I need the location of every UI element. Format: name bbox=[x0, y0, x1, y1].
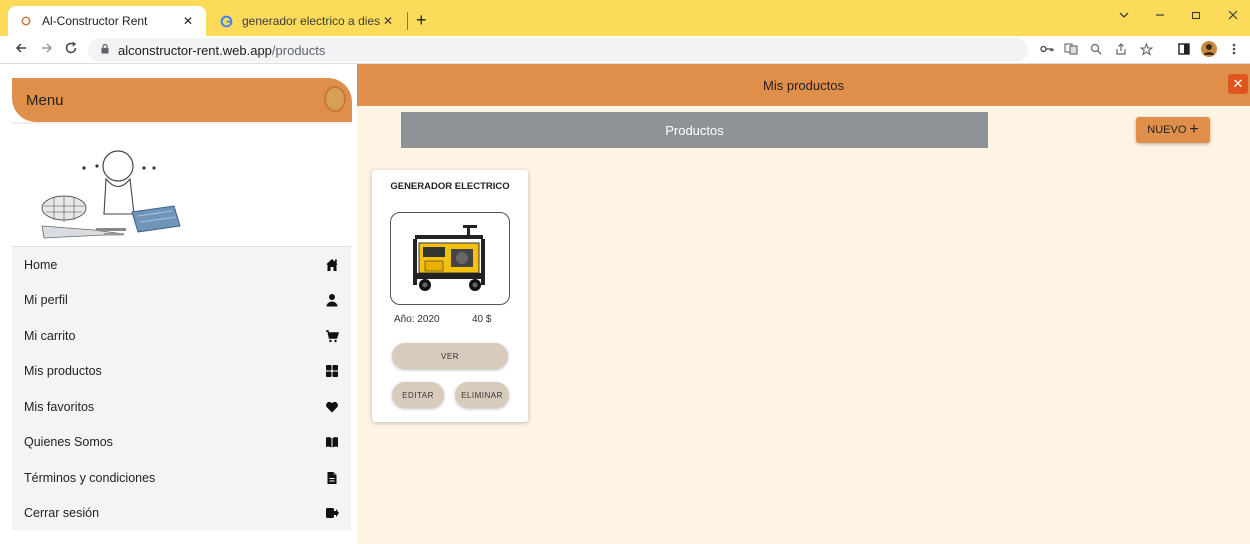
generator-image-icon bbox=[413, 224, 485, 291]
product-card: GENERADOR ELECTRICO Año: 2020 40 $ VER E… bbox=[372, 170, 528, 422]
sidebar-item-my-products[interactable]: Mis productos bbox=[12, 354, 351, 390]
browser-tab-bar: Al-Constructor Rent ✕ generador electric… bbox=[0, 0, 1250, 36]
sidebar-item-label: Mi carrito bbox=[24, 328, 76, 343]
sidebar-item-label: Términos y condiciones bbox=[24, 470, 156, 485]
document-icon bbox=[327, 471, 337, 484]
browser-toolbar: alconstructor-rent.web.app /products bbox=[0, 36, 1250, 64]
grid-icon bbox=[326, 365, 338, 378]
bookmark-star-icon[interactable] bbox=[1139, 42, 1154, 59]
tab-close-icon[interactable]: ✕ bbox=[380, 14, 396, 28]
sidebar-item-label: Mis productos bbox=[24, 364, 102, 379]
translate-icon[interactable] bbox=[1064, 43, 1078, 58]
cart-icon bbox=[326, 330, 339, 342]
product-year: Año: 2020 bbox=[394, 314, 440, 325]
tab-close-icon[interactable]: ✕ bbox=[180, 14, 196, 28]
product-image bbox=[390, 212, 510, 305]
url-host: alconstructor-rent.web.app bbox=[118, 42, 272, 58]
lock-icon bbox=[100, 43, 110, 57]
menu-header: Menu bbox=[12, 78, 352, 122]
restore-icon[interactable] bbox=[1190, 8, 1202, 24]
sidebar-item-cart[interactable]: Mi carrito bbox=[12, 318, 351, 354]
minimize-icon[interactable] bbox=[1154, 8, 1166, 24]
delete-product-button[interactable]: ELIMINAR bbox=[455, 382, 509, 408]
tab-google-search[interactable]: generador electrico a diesel - Bú ✕ bbox=[208, 6, 406, 36]
tab-alconstructor[interactable]: Al-Constructor Rent ✕ bbox=[8, 6, 206, 36]
new-tab-button[interactable]: + bbox=[416, 10, 427, 31]
window-close-icon[interactable] bbox=[1227, 8, 1239, 24]
home-icon bbox=[326, 258, 338, 271]
page-header: Mis productos ✕ bbox=[357, 64, 1250, 106]
plus-icon: + bbox=[1189, 121, 1199, 138]
menu-divider bbox=[12, 122, 352, 124]
sidebar-illustration bbox=[41, 150, 181, 239]
reload-icon[interactable] bbox=[64, 41, 78, 59]
sidebar: Menu Home Mi perfil Mi carrito Mis produ… bbox=[0, 64, 357, 544]
products-section-header: Productos bbox=[401, 112, 988, 148]
view-product-button[interactable]: VER bbox=[392, 343, 508, 369]
product-name: GENERADOR ELECTRICO bbox=[390, 181, 510, 192]
tab-title: generador electrico a diesel - Bú bbox=[242, 14, 380, 28]
address-bar[interactable]: alconstructor-rent.web.app /products bbox=[88, 38, 1028, 62]
tab-divider bbox=[407, 12, 408, 30]
site-favicon-icon bbox=[18, 13, 34, 29]
menu-title: Menu bbox=[26, 91, 64, 109]
share-icon[interactable] bbox=[1115, 43, 1127, 58]
profile-avatar-icon[interactable] bbox=[1200, 40, 1218, 61]
sidebar-nav: Home Mi perfil Mi carrito Mis productos … bbox=[12, 246, 351, 530]
more-options-icon[interactable] bbox=[1232, 43, 1236, 58]
sidebar-item-profile[interactable]: Mi perfil bbox=[12, 283, 351, 319]
sidebar-item-label: Quienes Somos bbox=[24, 435, 113, 450]
sidebar-item-label: Cerrar sesión bbox=[24, 506, 100, 521]
book-icon bbox=[326, 437, 338, 448]
page-title: Mis productos bbox=[763, 77, 844, 93]
brand-logo-icon bbox=[324, 86, 346, 112]
sidebar-item-about[interactable]: Quienes Somos bbox=[12, 425, 351, 461]
edit-product-button[interactable]: EDITAR bbox=[392, 382, 444, 408]
back-arrow-icon[interactable] bbox=[14, 41, 28, 59]
sidebar-item-logout[interactable]: Cerrar sesión bbox=[12, 496, 351, 532]
google-favicon-icon bbox=[218, 13, 234, 29]
user-icon bbox=[326, 294, 338, 307]
heart-icon bbox=[326, 401, 338, 413]
sidebar-item-label: Mis favoritos bbox=[24, 399, 95, 414]
sidebar-item-label: Home bbox=[24, 257, 58, 272]
zoom-icon[interactable] bbox=[1090, 43, 1102, 58]
new-product-button[interactable]: NUEVO + bbox=[1136, 117, 1210, 143]
url-path: /products bbox=[271, 42, 326, 58]
forward-arrow-icon[interactable] bbox=[40, 41, 54, 59]
key-icon[interactable] bbox=[1040, 43, 1054, 57]
sidebar-item-label: Mi perfil bbox=[24, 293, 68, 308]
sidebar-item-favorites[interactable]: Mis favoritos bbox=[12, 389, 351, 425]
side-panel-icon[interactable] bbox=[1178, 43, 1190, 58]
product-price: 40 $ bbox=[472, 314, 492, 325]
logout-icon bbox=[326, 508, 339, 519]
new-button-label: NUEVO bbox=[1147, 124, 1187, 136]
close-button[interactable]: ✕ bbox=[1228, 74, 1248, 94]
sidebar-item-terms[interactable]: Términos y condiciones bbox=[12, 460, 351, 496]
tab-search-chevron-icon[interactable] bbox=[1118, 8, 1130, 24]
sidebar-item-home[interactable]: Home bbox=[12, 247, 351, 283]
product-meta: Año: 2020 40 $ bbox=[394, 314, 514, 325]
tab-title: Al-Constructor Rent bbox=[42, 14, 148, 28]
main-content: Mis productos ✕ Productos NUEVO + GENERA… bbox=[357, 64, 1250, 544]
